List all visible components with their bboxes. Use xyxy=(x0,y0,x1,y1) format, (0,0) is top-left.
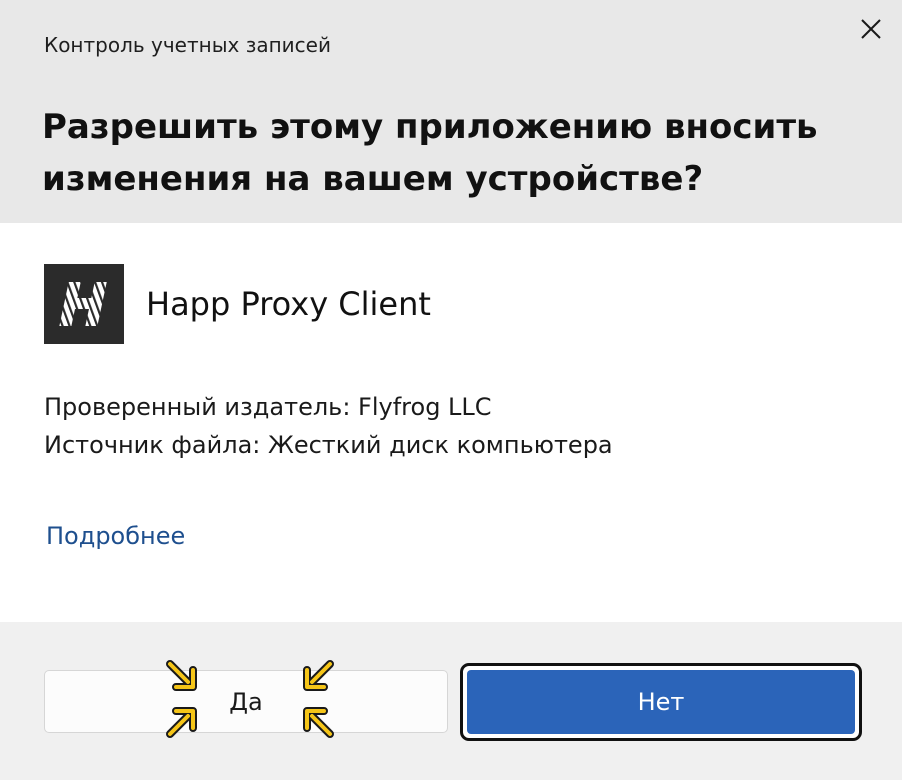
happ-logo-icon xyxy=(44,264,124,344)
no-button-focus-ring: Нет xyxy=(460,663,862,741)
window-title: Контроль учетных записей xyxy=(44,33,331,57)
arrow-up-left-icon xyxy=(303,707,334,738)
app-details: Проверенный издатель: Flyfrog LLC Источн… xyxy=(44,388,613,464)
app-info-row: Happ Proxy Client xyxy=(44,264,431,344)
arrow-up-right-icon xyxy=(166,707,197,738)
yes-button[interactable]: Да xyxy=(44,670,448,733)
no-button[interactable]: Нет xyxy=(467,670,855,734)
prompt-question: Разрешить этому приложению вносить измен… xyxy=(42,107,818,199)
more-details-link[interactable]: Подробнее xyxy=(46,522,185,550)
yes-button-label: Да xyxy=(229,687,263,716)
close-icon xyxy=(861,19,881,39)
source-line: Источник файла: Жесткий диск компьютера xyxy=(44,431,613,459)
no-button-label: Нет xyxy=(637,688,685,716)
publisher-line: Проверенный издатель: Flyfrog LLC xyxy=(44,393,492,421)
dialog-header: Контроль учетных записей Разрешить этому… xyxy=(0,0,902,223)
close-button[interactable] xyxy=(848,6,894,52)
app-name: Happ Proxy Client xyxy=(146,285,431,323)
uac-dialog: Контроль учетных записей Разрешить этому… xyxy=(0,0,902,780)
arrow-down-right-icon xyxy=(166,660,197,691)
arrow-down-left-icon xyxy=(303,660,334,691)
